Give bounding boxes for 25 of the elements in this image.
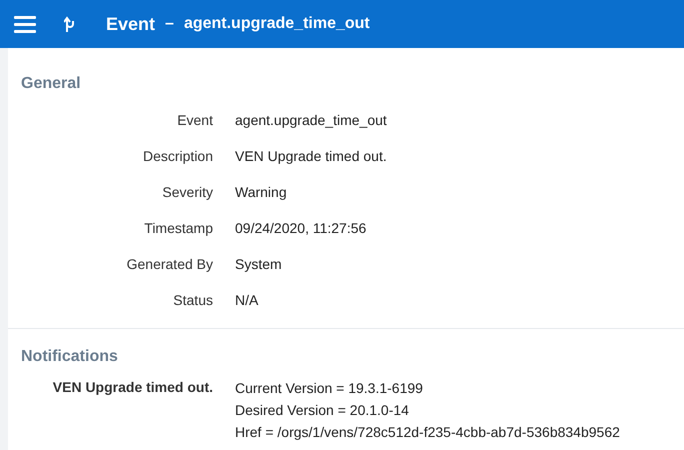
field-value: VEN Upgrade timed out. [235, 146, 387, 166]
field-value: N/A [235, 290, 258, 310]
notification-detail: Href = /orgs/1/vens/728c512d-f235-4cbb-ab7d-536b834b9562 [235, 423, 620, 442]
menu-button[interactable] [14, 15, 36, 33]
section-heading: Notifications [20, 347, 119, 367]
page-subtitle: agent.upgrade_time_out [184, 14, 370, 34]
field-label: Generated By [126, 254, 213, 274]
field-label: Description [142, 146, 213, 166]
notification-detail: Desired Version = 20.1.0-14 [235, 401, 410, 420]
field-value: agent.upgrade_time_out [235, 110, 387, 130]
page-title: Event [106, 12, 156, 36]
menu-icon [14, 15, 36, 33]
up-arrow-icon [64, 15, 76, 33]
notification-detail: Current Version = 19.3.1-6199 [235, 379, 424, 398]
section-heading: General [20, 74, 82, 94]
field-label: Status [172, 290, 213, 310]
field-value: System [235, 254, 282, 274]
field-label: Event [176, 110, 213, 130]
field-label: Timestamp [143, 218, 213, 238]
up-button[interactable] [64, 15, 76, 33]
notification-label: VEN Upgrade timed out. [52, 378, 213, 397]
field-value: Warning [235, 182, 287, 202]
title-separator: – [165, 14, 174, 34]
field-label: Severity [161, 182, 213, 202]
field-value: 09/24/2020, 11:27:56 [235, 218, 366, 238]
